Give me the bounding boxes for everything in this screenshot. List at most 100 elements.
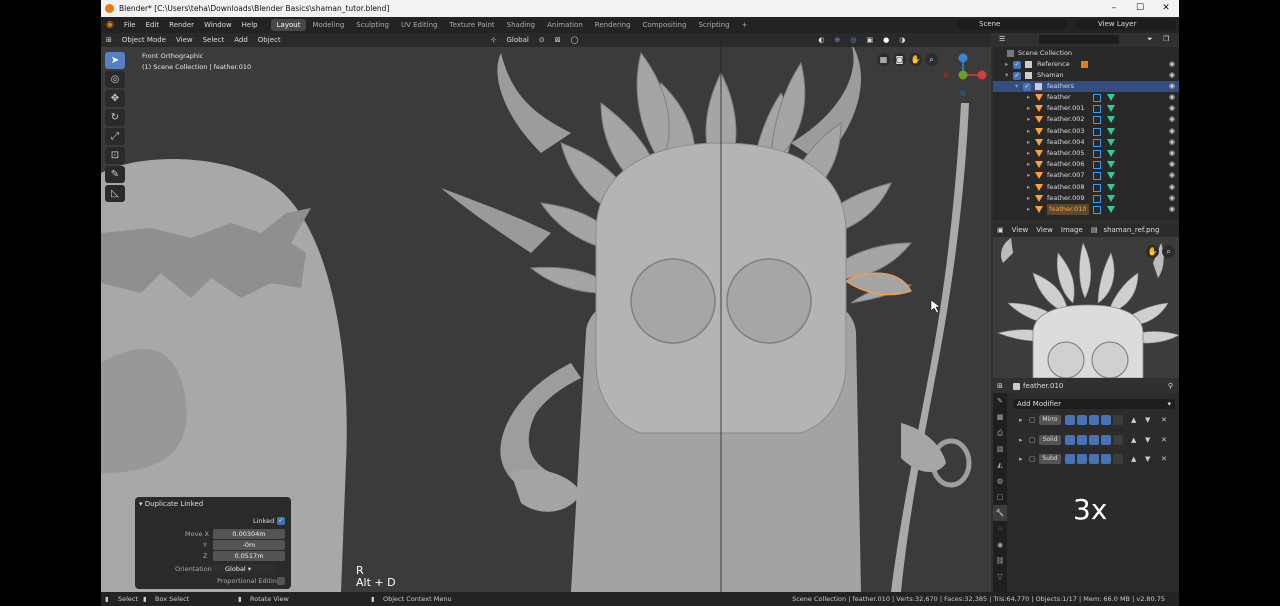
operator-panel-header[interactable]: ▾ Duplicate Linked	[135, 497, 291, 511]
eye-icon[interactable]: ◉	[1169, 114, 1175, 125]
move-up-icon[interactable]: ▲	[1131, 414, 1136, 426]
proportional-checkbox[interactable]	[277, 577, 285, 585]
image-view-dropdown[interactable]: View	[1008, 226, 1033, 234]
cursor-tool-icon[interactable]: ◎	[105, 71, 125, 88]
minimize-button[interactable]: –	[1101, 0, 1127, 17]
eye-icon[interactable]: ◉	[1169, 170, 1175, 181]
menu-help[interactable]: Help	[237, 21, 263, 29]
outliner-row-feather[interactable]: ▸ feather.006 ◉	[993, 159, 1179, 170]
collection-checkbox[interactable]: ✓	[1013, 71, 1021, 80]
outliner-row-feather[interactable]: ▸ feather.003 ◉	[993, 126, 1179, 137]
image-name[interactable]: shaman_ref.png	[1101, 226, 1161, 234]
view-layer-tab-icon[interactable]: ▧	[993, 441, 1007, 457]
menu-render[interactable]: Render	[164, 21, 199, 29]
orientation-icon[interactable]: ⊹	[486, 36, 502, 44]
eye-icon[interactable]: ◉	[1169, 59, 1175, 70]
eye-icon[interactable]: ◉	[1169, 92, 1175, 103]
tab-sculpting[interactable]: Sculpting	[350, 19, 395, 31]
viewport-toggle-icon[interactable]	[1077, 415, 1087, 425]
image-editor-type-icon[interactable]: ▣	[993, 226, 1008, 234]
expand-icon[interactable]: ▸	[1027, 103, 1030, 114]
menu-edit[interactable]: Edit	[141, 21, 165, 29]
move-down-icon[interactable]: ▼	[1145, 453, 1150, 465]
add-modifier-dropdown[interactable]: Add Modifier ▾	[1013, 399, 1175, 409]
rotate-tool-icon[interactable]: ↻	[105, 109, 125, 126]
eye-icon[interactable]: ◉	[1169, 103, 1175, 114]
snap-icon[interactable]: ⊠	[550, 36, 566, 44]
move-up-icon[interactable]: ▲	[1131, 453, 1136, 465]
outliner-row-feather[interactable]: ▸ feather.002 ◉	[993, 114, 1179, 125]
outliner-row-feather[interactable]: ▸ feather.005 ◉	[993, 148, 1179, 159]
modifier-row[interactable]: ▸ ▢ Subd ▲ ▼ ✕	[1013, 453, 1177, 465]
expand-icon[interactable]: ▸	[1027, 170, 1030, 181]
mode-dropdown[interactable]: Object Mode	[116, 36, 171, 44]
expand-icon[interactable]: ▸	[1027, 126, 1030, 137]
scene-selector[interactable]: Scene	[957, 19, 1067, 30]
pin-icon[interactable]: ⚲	[1168, 379, 1173, 393]
image-editor[interactable]: ▣ View View Image ▤ shaman_ref.png ✋ ⌕	[993, 223, 1179, 378]
modifier-name-field[interactable]: Mirro	[1039, 415, 1061, 425]
tab-uv-editing[interactable]: UV Editing	[395, 19, 444, 31]
expand-icon[interactable]: ▸	[1019, 453, 1023, 465]
measure-tool-icon[interactable]: ◺	[105, 185, 125, 202]
camera-view-icon[interactable]: ◙	[893, 53, 906, 66]
expand-icon[interactable]: ▸	[1027, 137, 1030, 148]
image-browse-icon[interactable]: ▤	[1087, 226, 1102, 234]
tool-tab-icon[interactable]: ✎	[993, 393, 1007, 409]
eye-icon[interactable]: ◉	[1169, 70, 1175, 81]
tab-texture-paint[interactable]: Texture Paint	[444, 19, 501, 31]
expand-icon[interactable]: ▸	[1027, 114, 1030, 125]
particles-tab-icon[interactable]: ⁘	[993, 521, 1007, 537]
expand-icon[interactable]: ▸	[1027, 159, 1030, 170]
tab-compositing[interactable]: Compositing	[637, 19, 693, 31]
orientation-select[interactable]: Global ▾	[213, 564, 275, 574]
tab-modeling[interactable]: Modeling	[306, 19, 350, 31]
camera-toggle-icon[interactable]	[1065, 434, 1075, 445]
tab-rendering[interactable]: Rendering	[589, 19, 637, 31]
move-down-icon[interactable]: ▼	[1145, 414, 1150, 426]
outliner-row-feather[interactable]: ▸ feather.008 ◉	[993, 182, 1179, 193]
move-z-field[interactable]: 0.0517m	[213, 551, 285, 561]
viewport-toggle-icon[interactable]	[1077, 434, 1087, 445]
outliner-editor-icon[interactable]: ☰	[999, 35, 1005, 43]
expand-icon[interactable]: ▸	[1027, 182, 1030, 193]
camera-toggle-icon[interactable]	[1065, 415, 1075, 425]
pan-hand-icon[interactable]: ✋	[1146, 245, 1159, 258]
outliner-search-input[interactable]	[1039, 35, 1119, 44]
tab-scripting[interactable]: Scripting	[692, 19, 735, 31]
tab-shading[interactable]: Shading	[501, 19, 541, 31]
move-tool-icon[interactable]: ✥	[105, 90, 125, 107]
orientation-dropdown[interactable]: Global	[501, 36, 533, 44]
outliner-row-feather[interactable]: ▸ feather ◉	[993, 92, 1179, 103]
outliner-row-feathers[interactable]: ▾ ✓ feathers ◉	[993, 81, 1179, 92]
outliner-row-feather[interactable]: ▸ feather.007 ◉	[993, 170, 1179, 181]
modifier-tab-icon[interactable]: 🔧	[993, 505, 1007, 521]
world-tab-icon[interactable]: ◍	[993, 473, 1007, 489]
pivot-icon[interactable]: ⊙	[534, 36, 550, 44]
data-tab-icon[interactable]: ▽	[993, 569, 1007, 585]
expand-icon[interactable]: ▸	[1027, 148, 1030, 159]
add-workspace-button[interactable]: +	[736, 19, 754, 31]
zoom-icon[interactable]: ⌕	[1162, 245, 1175, 258]
eye-icon[interactable]: ◉	[1169, 148, 1175, 159]
menu-file[interactable]: File	[119, 21, 141, 29]
camera-toggle-icon[interactable]	[1065, 454, 1075, 464]
remove-modifier-icon[interactable]: ✕	[1161, 414, 1167, 426]
scale-tool-icon[interactable]: ⤢	[105, 128, 125, 145]
grid-icon[interactable]: ▦	[877, 53, 890, 66]
cage-toggle-icon[interactable]	[1101, 434, 1111, 445]
modifier-name-field[interactable]: Solid	[1039, 434, 1061, 445]
scene-tab-icon[interactable]: ◭	[993, 457, 1007, 473]
physics-tab-icon[interactable]: ◉	[993, 537, 1007, 553]
cage-toggle-icon[interactable]	[1101, 454, 1111, 464]
menu-window[interactable]: Window	[199, 21, 237, 29]
editmode-toggle-icon[interactable]	[1089, 454, 1099, 464]
move-down-icon[interactable]: ▼	[1145, 434, 1150, 446]
render-tab-icon[interactable]: ▩	[993, 409, 1007, 425]
move-y-field[interactable]: -0m	[213, 540, 285, 550]
expand-icon[interactable]: ▸	[1027, 193, 1030, 204]
shading-material-icon[interactable]: ◑	[894, 36, 910, 44]
eye-icon[interactable]: ◉	[1169, 126, 1175, 137]
modifier-row[interactable]: ▸ ▢ Solid ▲ ▼ ✕	[1013, 434, 1177, 446]
collapse-icon[interactable]: ▾	[1015, 81, 1018, 92]
